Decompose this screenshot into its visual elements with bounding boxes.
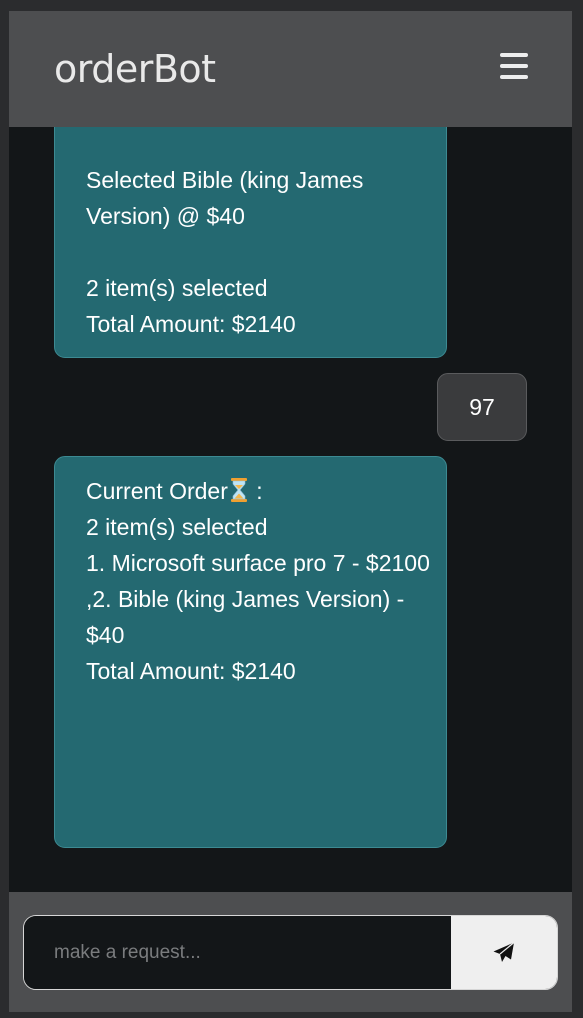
composer-bar xyxy=(9,892,572,1012)
bot-message: Selected Bible (king James Version) @ $4… xyxy=(54,101,447,358)
current-order-colon: : xyxy=(249,478,263,504)
bot-message-text: 2 item(s) selected 1. Microsoft surface … xyxy=(86,514,430,684)
current-order-label: Current Order xyxy=(86,478,228,504)
bot-message-text: Selected Bible (king James Version) @ $4… xyxy=(86,167,364,337)
hourglass-icon xyxy=(230,478,247,502)
composer xyxy=(23,915,558,990)
paper-plane-icon xyxy=(493,942,515,962)
hamburger-menu-icon[interactable] xyxy=(500,53,528,79)
user-message: 97 xyxy=(437,373,527,441)
send-button[interactable] xyxy=(451,916,557,989)
app-header: orderBot xyxy=(9,11,572,127)
bot-message: Current Order : 2 item(s) selected 1. Mi… xyxy=(54,456,447,848)
app-title: orderBot xyxy=(54,47,216,91)
app-window: Selected Bible (king James Version) @ $4… xyxy=(9,11,572,1012)
chat-area[interactable]: Selected Bible (king James Version) @ $4… xyxy=(9,11,572,891)
request-input[interactable] xyxy=(24,916,452,989)
user-message-text: 97 xyxy=(469,394,495,420)
